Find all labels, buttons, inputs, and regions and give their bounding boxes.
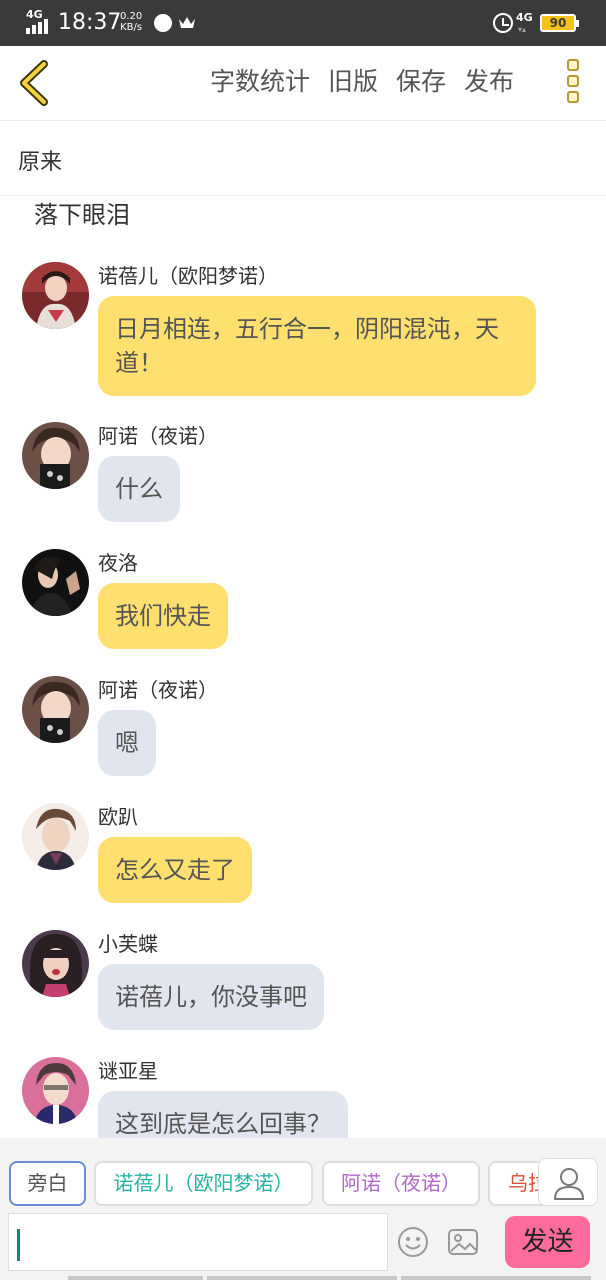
crown-icon [179, 17, 195, 28]
speaker-name: 阿诺（夜诺） [98, 424, 218, 448]
speaker-name: 诺蓓儿（欧阳梦诺） [98, 264, 278, 288]
data-arrows-icon: ▾▴ [518, 25, 527, 34]
avatar[interactable] [22, 262, 89, 329]
speed-unit: KB/s [120, 22, 143, 33]
speed-value: 0.20 [120, 11, 143, 22]
editor-toolbar: 字数统计 旧版 保存 发布 [0, 46, 606, 121]
message-bubble[interactable]: 怎么又走了 [98, 837, 252, 903]
back-button[interactable] [10, 58, 60, 108]
image-icon[interactable] [447, 1227, 479, 1257]
battery-icon: 90 [540, 14, 579, 32]
avatar[interactable] [22, 422, 89, 489]
avatar[interactable] [22, 1057, 89, 1124]
character-tab-nuobeier[interactable]: 诺蓓儿（欧阳梦诺） [94, 1161, 313, 1206]
message-bubble[interactable]: 日月相连，五行合一，阴阳混沌，天道！ [98, 296, 536, 396]
save-button[interactable]: 保存 [396, 64, 446, 100]
send-button[interactable]: 发送 [505, 1216, 590, 1268]
message-bubble[interactable]: 我们快走 [98, 583, 228, 649]
chapter-title-field[interactable]: 原来 [0, 122, 606, 196]
avatar[interactable] [22, 930, 89, 997]
narration-text[interactable]: 落下眼泪 [34, 197, 130, 233]
character-tab-anuo[interactable]: 阿诺（夜诺） [322, 1161, 480, 1206]
nav-divider [401, 1276, 591, 1280]
message-bubble[interactable]: 嗯 [98, 710, 156, 776]
speaker-name: 小芙蝶 [98, 932, 158, 956]
toolbar-actions: 字数统计 旧版 保存 发布 [210, 64, 514, 100]
avatar[interactable] [22, 549, 89, 616]
message-bubble[interactable]: 这到底是怎么回事？ [98, 1091, 348, 1138]
network-label-right: 4G [516, 11, 533, 24]
network-label: 4G [26, 8, 43, 21]
word-count-button[interactable]: 字数统计 [210, 64, 310, 100]
old-version-button[interactable]: 旧版 [328, 64, 378, 100]
speaker-name: 欧趴 [98, 805, 138, 829]
composer: 发送 [0, 1210, 606, 1280]
alarm-icon [493, 13, 513, 33]
app-notification-icon [154, 14, 172, 32]
message-bubble[interactable]: 什么 [98, 456, 180, 522]
nav-divider [68, 1276, 203, 1280]
network-speed: 0.20 KB/s [120, 11, 142, 33]
battery-level: 90 [549, 16, 567, 30]
avatar[interactable] [22, 803, 89, 870]
person-icon [553, 1168, 585, 1200]
character-manage-button[interactable] [538, 1158, 598, 1206]
text-cursor [17, 1229, 20, 1261]
message-bubble[interactable]: 诺蓓儿，你没事吧 [98, 964, 324, 1030]
speaker-name: 阿诺（夜诺） [98, 678, 218, 702]
emoji-icon[interactable] [397, 1226, 429, 1258]
publish-button[interactable]: 发布 [464, 64, 514, 100]
avatar[interactable] [22, 676, 89, 743]
character-selector: 旁白 诺蓓儿（欧阳梦诺） 阿诺（夜诺） 乌拉 [0, 1138, 606, 1210]
message-input[interactable] [8, 1213, 388, 1271]
signal-icon: 4G [26, 8, 52, 34]
speaker-name: 夜洛 [98, 551, 138, 575]
chevron-left-icon [20, 60, 48, 106]
chapter-title: 原来 [18, 150, 63, 175]
more-options-icon[interactable] [561, 59, 585, 109]
clock: 18:37 [58, 10, 122, 35]
nav-divider [207, 1276, 397, 1280]
status-bar: 4G 18:37 0.20 KB/s 4G ▾▴ 90 [0, 0, 606, 46]
screen: 4G 18:37 0.20 KB/s 4G ▾▴ 90 字数统计 旧版 保存 发… [0, 0, 606, 1280]
dialogue-list[interactable]: 诺蓓儿（欧阳梦诺） 日月相连，五行合一，阴阳混沌，天道！ 阿诺（夜诺） 什么 夜… [0, 250, 606, 1138]
character-tab-narrator[interactable]: 旁白 [9, 1161, 86, 1206]
speaker-name: 谜亚星 [98, 1059, 158, 1083]
